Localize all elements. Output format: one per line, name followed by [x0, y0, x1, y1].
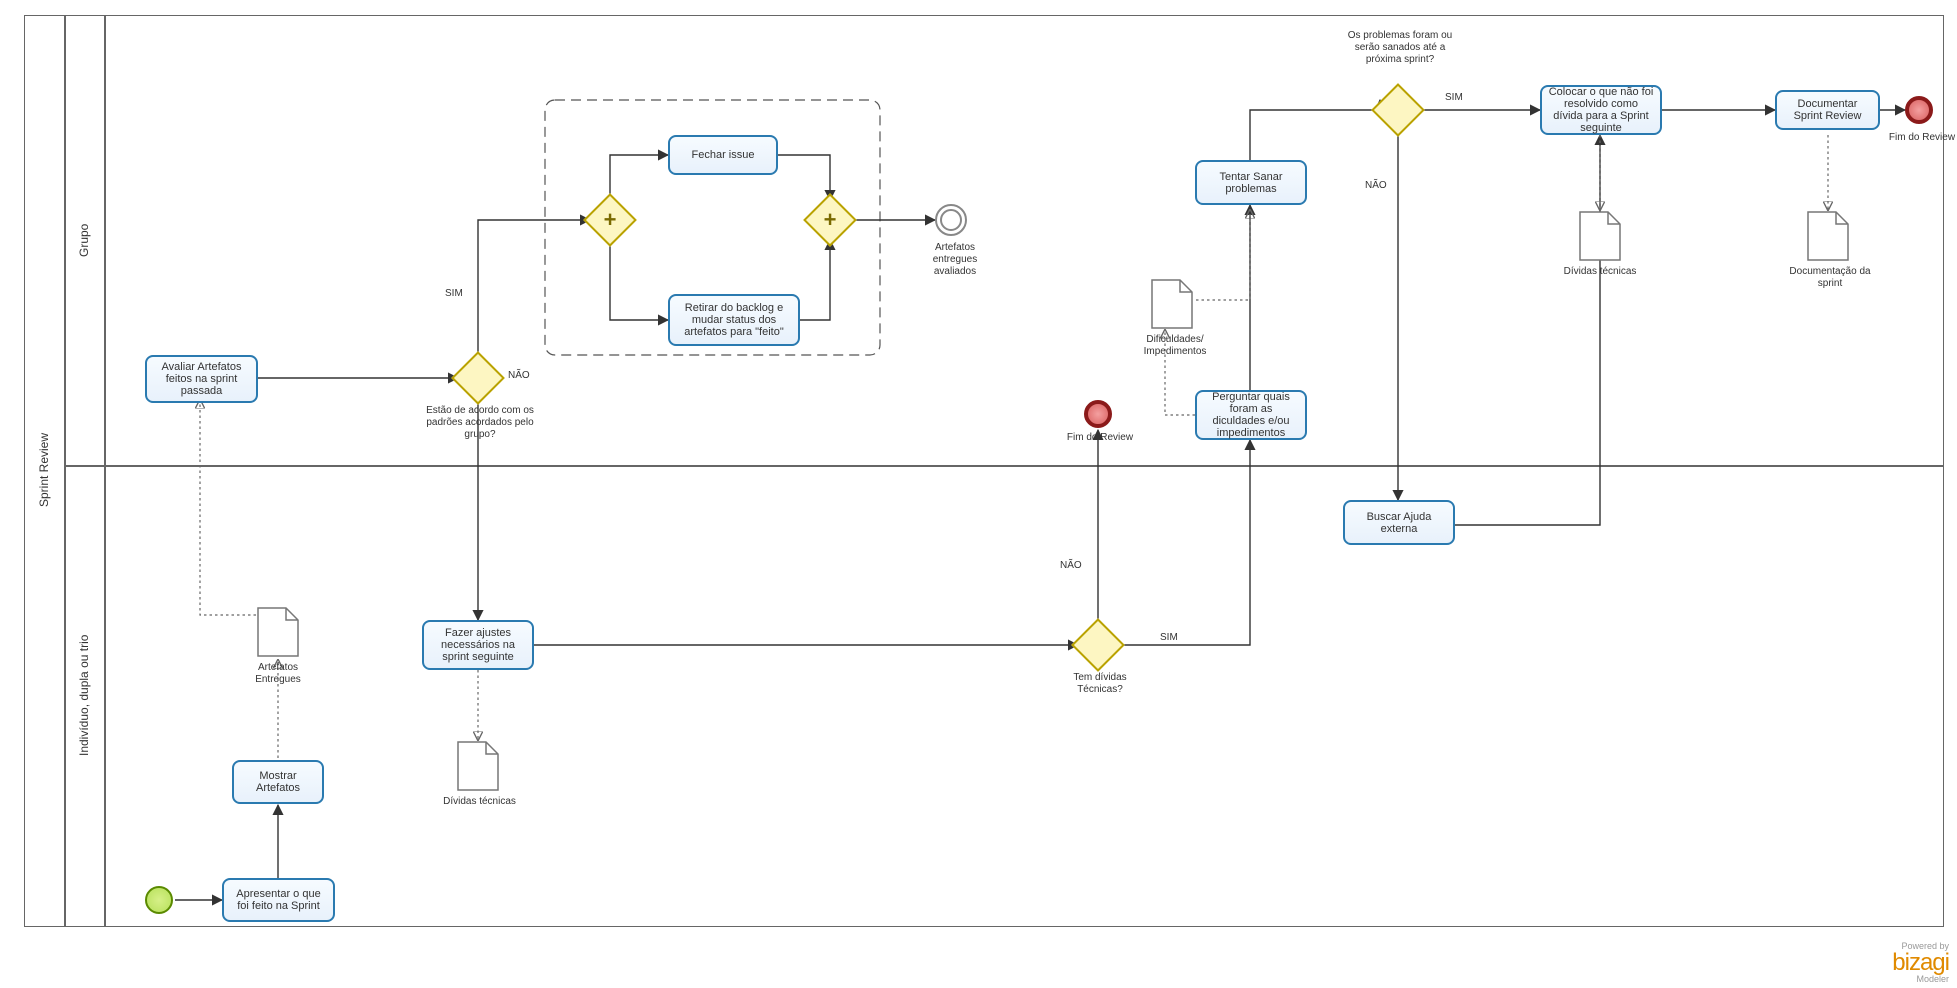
gateway-problemas	[1379, 91, 1417, 129]
task-mostrar: Mostrar Artefatos	[232, 760, 324, 804]
doc-sprint-label: Documentação da sprint	[1785, 266, 1875, 290]
task-fechar: Fechar issue	[668, 135, 778, 175]
task-avaliar: Avaliar Artefatos feitos na sprint passa…	[145, 355, 258, 403]
lane-divider	[64, 465, 1944, 467]
gateway-padroes-label: Estão de acordo com os padrões acordados…	[425, 405, 535, 441]
lane-individuo: Indivíduo, dupla ou trio	[64, 465, 104, 925]
edge-gw2-nao: NÃO	[1060, 560, 1090, 572]
doc-dificuldades-label: Dificuldades/ Impedimentos	[1125, 334, 1225, 358]
task-buscar: Buscar Ajuda externa	[1343, 500, 1455, 545]
edge-gw2-sim: SIM	[1160, 632, 1190, 644]
gateway-dividas-label: Tem dívidas Técnicas?	[1055, 672, 1145, 696]
doc-artefatos-entregues	[256, 606, 300, 658]
task-colocar: Colocar o que não foi resolvido como dív…	[1540, 85, 1662, 135]
branding-sub: Modeler	[1892, 975, 1949, 984]
branding-name: bizagi	[1892, 951, 1949, 975]
edge-gw3-nao: NÃO	[1365, 180, 1395, 192]
end-event-2	[1905, 96, 1933, 124]
gateway-parallel-join: +	[811, 201, 849, 239]
doc-dificuldades	[1150, 278, 1194, 330]
task-ajustes: Fazer ajustes necessários na sprint segu…	[422, 620, 534, 670]
doc-dividas-1	[456, 740, 500, 792]
branding-logo: Powered by bizagi Modeler	[1892, 942, 1949, 984]
bpmn-diagram: Sprint Review Grupo Indivíduo, dupla ou …	[0, 0, 1957, 988]
doc-sprint	[1806, 210, 1850, 262]
gateway-problemas-label: Os problemas foram ou serão sanados até …	[1345, 30, 1455, 66]
task-sanar: Tentar Sanar problemas	[1195, 160, 1307, 205]
intermediate-event-artefatos	[935, 204, 967, 236]
end-event-1	[1084, 400, 1112, 428]
gateway-parallel-split: +	[591, 201, 629, 239]
doc-artefatos-entregues-label: Artefatos Entregues	[238, 662, 318, 686]
end-event-2-label: Fim do Review	[1882, 132, 1957, 144]
task-documentar: Documentar Sprint Review	[1775, 90, 1880, 130]
task-retirar: Retirar do backlog e mudar status dos ar…	[668, 294, 800, 346]
lane-grupo: Grupo	[64, 15, 104, 465]
intermediate-event-label: Artefatos entregues avaliados	[915, 242, 995, 278]
gateway-dividas	[1079, 626, 1117, 664]
edge-gw1-nao: NÃO	[508, 370, 538, 382]
gateway-padroes	[459, 359, 497, 397]
pool-title: Sprint Review	[24, 15, 64, 925]
doc-dividas-2	[1578, 210, 1622, 262]
task-perguntar: Perguntar quais foram as diculdades e/ou…	[1195, 390, 1307, 440]
task-apresentar: Apresentar o que foi feito na Sprint	[222, 878, 335, 922]
start-event	[145, 886, 173, 914]
doc-dividas-2-label: Dívidas técnicas	[1560, 266, 1640, 278]
doc-dividas-1-label: Dívidas técnicas	[442, 796, 517, 808]
edge-gw3-sim: SIM	[1445, 92, 1475, 104]
edge-gw1-sim: SIM	[445, 288, 475, 300]
lane-body-box	[104, 15, 1944, 927]
end-event-1-label: Fim do Review	[1060, 432, 1140, 444]
